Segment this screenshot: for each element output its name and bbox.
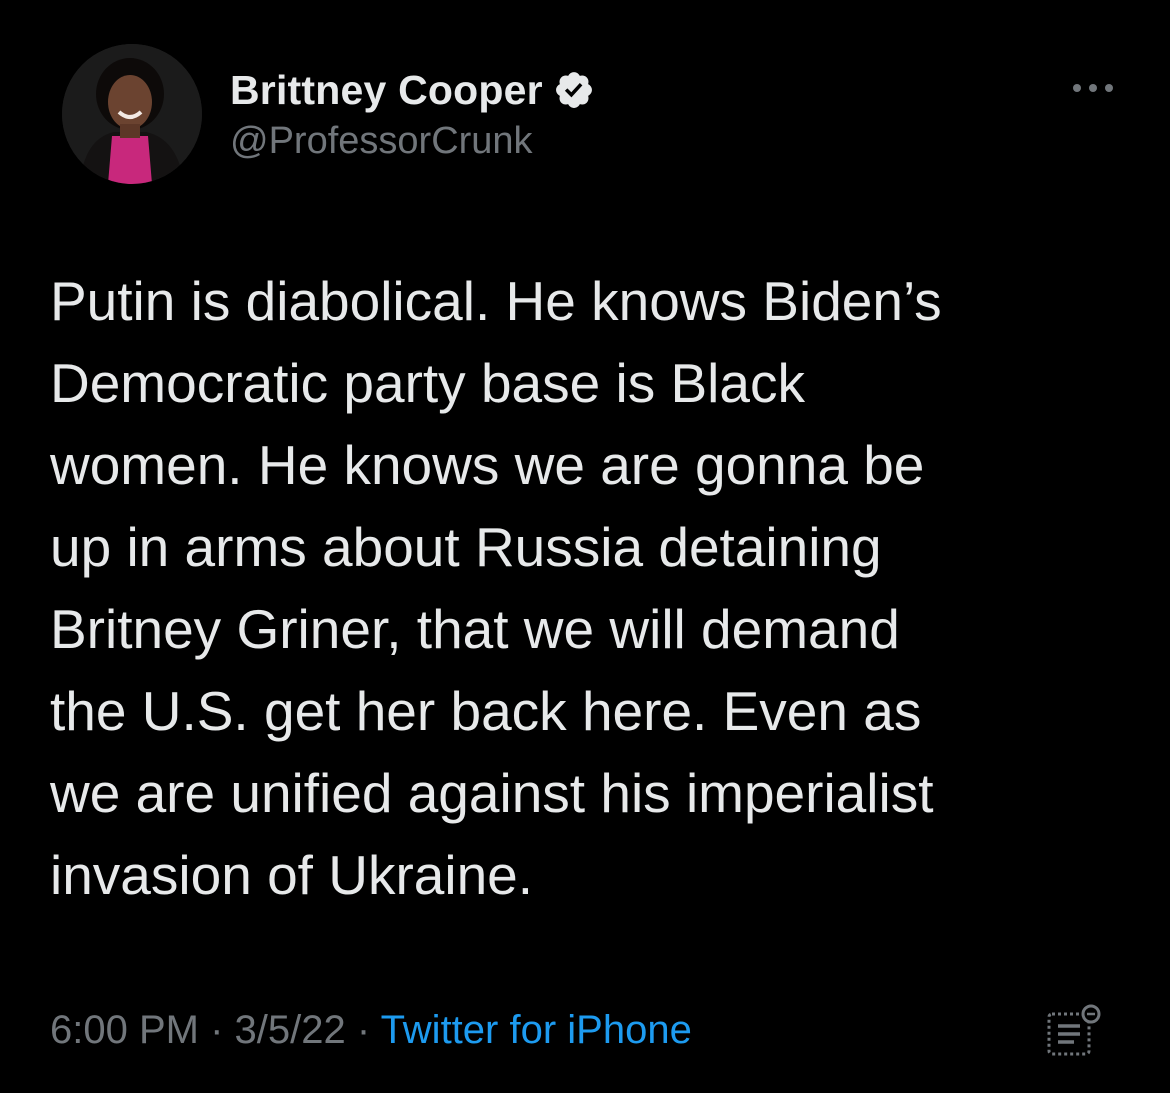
verified-badge-icon (555, 72, 592, 108)
tweet-meta: 6:00 PM · 3/5/22 · Twitter for iPhone (50, 1003, 692, 1057)
profile-photo-icon (62, 44, 202, 184)
more-options-icon[interactable] (1068, 76, 1118, 100)
tweet-date[interactable]: 3/5/22 (235, 1008, 346, 1052)
analytics-icon[interactable] (1044, 1000, 1104, 1060)
author-handle[interactable]: @ProfessorCrunk (230, 120, 533, 163)
author-name-row[interactable]: Brittney Cooper (230, 62, 595, 118)
meta-separator: · (198, 1008, 235, 1052)
author-name[interactable]: Brittney Cooper (230, 67, 543, 114)
avatar[interactable] (62, 44, 202, 184)
meta-separator: · (345, 1008, 381, 1052)
tweet-text: Putin is diabolical. He knows Biden’s De… (50, 270, 942, 906)
tweet-time[interactable]: 6:00 PM (50, 1008, 199, 1052)
tweet-detail: Brittney Cooper @ProfessorCrunk Putin is… (0, 0, 1170, 1093)
tweet-source-link[interactable]: Twitter for iPhone (381, 1008, 692, 1052)
